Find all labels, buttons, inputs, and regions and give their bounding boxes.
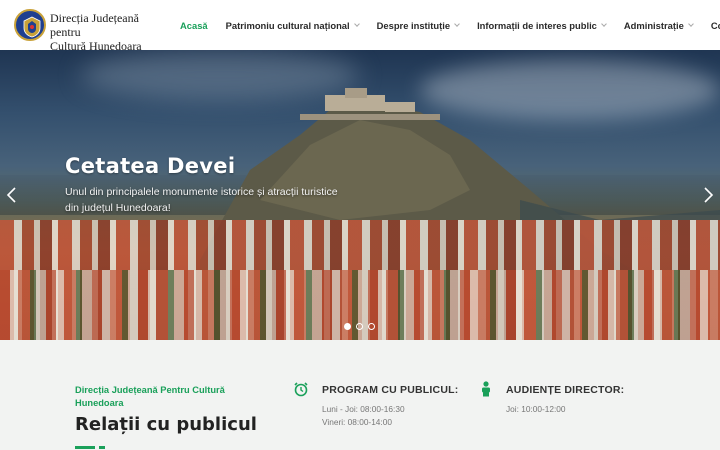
nav-label: Patrimoniu cultural național (225, 19, 350, 31)
program-title: PROGRAM CU PUBLICUL: (322, 384, 459, 396)
nav-item-contact[interactable]: Contact (711, 20, 720, 31)
nav-item-administratie[interactable]: Administrație (623, 19, 694, 31)
chevron-left-icon[interactable] (4, 185, 20, 205)
chevron-down-icon (353, 20, 360, 27)
chevron-down-icon (454, 20, 460, 27)
hero-subtitle: Unul din principalele monumente istorice… (65, 186, 338, 214)
nav-label: Informații de interes public (477, 19, 597, 31)
title-underline (75, 446, 95, 449)
program-line-1: Luni - Joi: 08:00-16:30 (322, 404, 405, 414)
audiente-title: AUDIENȚE DIRECTOR: (506, 384, 625, 396)
slider-dots (344, 323, 380, 330)
slider-dot-1[interactable] (344, 323, 351, 330)
person-icon (480, 381, 492, 402)
brand-line-1: Direcția Județeană pentru (50, 11, 139, 39)
nav-label: Contact (710, 19, 720, 31)
nav-label: Administrație (623, 19, 684, 31)
slider-dot-2[interactable] (356, 323, 363, 330)
slider-dot-3[interactable] (368, 323, 375, 330)
nav-item-despre[interactable]: Despre instituție (376, 19, 460, 31)
nav-item-acasa[interactable]: Acasă (180, 20, 208, 31)
audiente-line-1: Joi: 10:00-12:00 (506, 404, 566, 414)
program-line-2: Vineri: 08:00-14:00 (322, 417, 392, 427)
chevron-down-icon (601, 20, 607, 27)
nav-item-patrimoniu[interactable]: Patrimoniu cultural național (225, 19, 360, 31)
hero-title: Cetatea Devei (65, 154, 236, 178)
site-header: Direcția Județeană pentru Cultură Hunedo… (0, 0, 720, 53)
site-brand[interactable]: Direcția Județeană pentru Cultură Hunedo… (50, 11, 170, 53)
nav-label: Acasă (180, 19, 208, 31)
hero-slider: Cetatea Devei Unul din principalele monu… (0, 50, 720, 340)
section-title: Relații cu publicul (75, 414, 257, 435)
chevron-right-icon[interactable] (700, 185, 716, 205)
alarm-clock-icon (293, 381, 309, 402)
title-underline-dot (99, 446, 105, 449)
main-nav: Acasă Patrimoniu cultural național Despr… (170, 0, 720, 50)
public-relations-section: Direcția Județeană Pentru Cultură Hunedo… (0, 340, 720, 450)
coat-of-arms-icon[interactable] (14, 9, 46, 41)
nav-label: Despre instituție (376, 19, 451, 31)
org-name: Direcția Județeană Pentru Cultură Hunedo… (75, 385, 225, 408)
chevron-down-icon (687, 20, 694, 27)
nav-item-informatii[interactable]: Informații de interes public (477, 19, 607, 31)
